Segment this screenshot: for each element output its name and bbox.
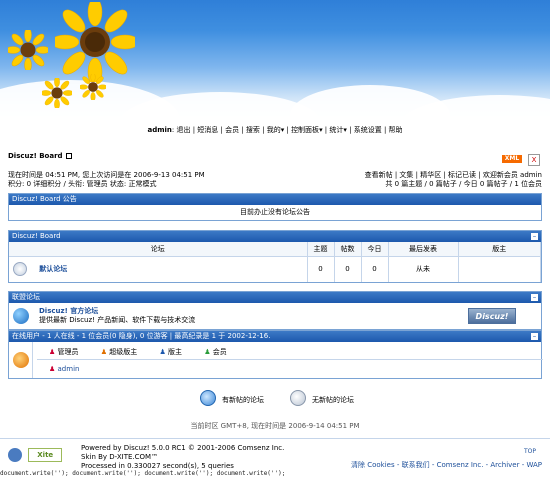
nav-settings[interactable]: 系统设置 <box>354 126 382 134</box>
collapse-icon[interactable]: – <box>531 294 538 301</box>
announcement-title: Discuz! Board 公告 <box>12 195 77 203</box>
group-supermod: 超级版主 <box>109 348 138 356</box>
no-new-posts-icon <box>290 390 306 406</box>
group-mod: 版主 <box>168 348 183 356</box>
board-box: Discuz! Board – 论坛 主题 帖数 今日 最后发表 版主 默认论坛… <box>8 230 542 283</box>
footer-links[interactable]: 清除 Cookies - 联系我们 - Comsenz Inc. - Archi… <box>351 460 542 470</box>
powered-line: Powered by Discuz! 5.0.0 RC1 © 2001-2006… <box>81 444 285 452</box>
forum-status-icon <box>13 262 27 277</box>
online-title: 在线用户 - 1 人在线 - 1 位会员(0 隐身), 0 位游客 | 最高纪录… <box>12 332 271 340</box>
sunflower-icon <box>40 76 74 110</box>
discuz-small-logo[interactable] <box>8 448 22 462</box>
nav-help[interactable]: 帮助 <box>389 126 403 134</box>
col-posts: 帖数 <box>334 242 362 256</box>
header-banner <box>0 0 550 122</box>
announcement-box: Discuz! Board 公告 目前办止没有论坛公告 <box>8 193 542 221</box>
xml-icon[interactable]: XML <box>502 155 522 163</box>
collapse-icon[interactable]: – <box>531 333 538 340</box>
col-forum: 论坛 <box>9 242 308 256</box>
top-link[interactable]: TOP <box>524 448 536 455</box>
user-info: 现在时间是 04:51 PM, 您上次访问是在 2006-9-13 04:51 … <box>8 171 205 189</box>
chevron-down-icon[interactable] <box>65 153 72 159</box>
points-line: 积分: 0 详细积分 / 头衔: 管理员 状态: 正常模式 <box>8 180 157 188</box>
time-line: 现在时间是 04:51 PM, 您上次访问是在 2006-9-13 04:51 … <box>8 171 205 179</box>
links-header: 联盟论坛 – <box>9 292 541 303</box>
cell-today: 0 <box>361 255 389 282</box>
legend-nonew: 无新帖的论坛 <box>290 390 354 406</box>
announcement-header: Discuz! Board 公告 <box>9 194 541 205</box>
cell-posts: 0 <box>334 255 362 282</box>
collapse-icon[interactable]: – <box>531 233 538 240</box>
links-box: 联盟论坛 – Discuz! 官方论坛 提供最新 Discuz! 产品新闻、软件… <box>8 291 542 330</box>
new-posts-icon <box>200 390 216 406</box>
discuz-logo[interactable]: Discuz! <box>468 308 516 324</box>
col-mod: 版主 <box>458 242 541 256</box>
stats-line: 共 0 篇主题 / 0 篇帖子 / 今日 0 篇帖子 / 1 位会员 <box>385 180 542 188</box>
online-box: 在线用户 - 1 人在线 - 1 位会员(0 隐身), 0 位游客 | 最高纪录… <box>8 330 543 379</box>
table-row: 默认论坛 0 0 0 从未 <box>9 255 541 282</box>
link-desc: 提供最新 Discuz! 产品新闻、软件下载与技术交流 <box>39 316 196 324</box>
forum-link[interactable]: 默认论坛 <box>39 265 67 273</box>
cell-last: 从未 <box>388 255 459 282</box>
announcement-text: 目前办止没有论坛公告 <box>240 208 310 216</box>
globe-icon <box>13 308 29 324</box>
forum-title-text: Discuz! Board <box>8 152 63 160</box>
top-nav: admin: 退出 | 短消息 | 会员 | 搜索 | 我的▾ | 控制面板▾ … <box>147 126 403 134</box>
group-admin: 管理员 <box>57 348 79 356</box>
nav-members[interactable]: 会员 <box>225 126 239 134</box>
quick-links-line[interactable]: 查看新帖 | 文集 | 精华区 | 标记已读 | 欢迎新会员 admin <box>365 171 542 180</box>
group-member: 会员 <box>212 348 227 356</box>
online-user[interactable]: admin <box>58 365 80 373</box>
col-topics: 主题 <box>307 242 335 256</box>
link-name[interactable]: Discuz! 官方论坛 <box>39 307 195 316</box>
nav-my[interactable]: 我的 <box>267 126 281 134</box>
col-last: 最后发表 <box>388 242 459 256</box>
board-header: Discuz! Board – <box>9 231 541 242</box>
links-title: 联盟论坛 <box>12 293 40 301</box>
sunflower-icon <box>5 27 51 73</box>
debug-output: document.write(''); document.write(''); … <box>0 470 286 477</box>
skin-line: Skin By D-XITE.COM™ <box>81 453 159 461</box>
legend-nonew-label: 无新帖的论坛 <box>312 396 354 404</box>
legend-new-label: 有新帖的论坛 <box>222 396 264 404</box>
nav-logout[interactable]: 退出 <box>176 126 190 134</box>
cell-mod <box>458 255 541 282</box>
col-today: 今日 <box>361 242 389 256</box>
sunflower-icon <box>50 0 140 87</box>
cell-topics: 0 <box>307 255 335 282</box>
nav-user[interactable]: admin <box>147 126 171 134</box>
nav-control-panel[interactable]: 控制面板 <box>291 126 319 134</box>
sunflower-icon <box>78 72 108 102</box>
nav-pm[interactable]: 短消息 <box>197 126 218 134</box>
board-title: Discuz! Board <box>12 232 61 240</box>
legend-new: 有新帖的论坛 <box>200 390 264 406</box>
nav-search[interactable]: 搜索 <box>246 126 260 134</box>
online-header: 在线用户 - 1 人在线 - 1 位会员(0 隐身), 0 位游客 | 最高纪录… <box>9 331 541 342</box>
close-icon[interactable]: X <box>528 154 540 166</box>
forum-title[interactable]: Discuz! Board <box>8 152 72 160</box>
quick-links: 查看新帖 | 文集 | 精华区 | 标记已读 | 欢迎新会员 admin 共 0… <box>365 171 542 189</box>
online-users-icon <box>13 352 29 368</box>
nav-stats[interactable]: 统计 <box>329 126 343 134</box>
xite-logo[interactable]: Xite <box>28 448 63 462</box>
timezone: 当前时区 GMT+8, 现在时间是 2006-9-14 04:51 PM <box>190 422 360 430</box>
footer-logos: Xite <box>8 448 63 462</box>
powered-by: Powered by Discuz! 5.0.0 RC1 © 2001-2006… <box>81 444 284 471</box>
board-table: 论坛 主题 帖数 今日 最后发表 版主 默认论坛 0 0 0 从未 <box>9 242 541 282</box>
